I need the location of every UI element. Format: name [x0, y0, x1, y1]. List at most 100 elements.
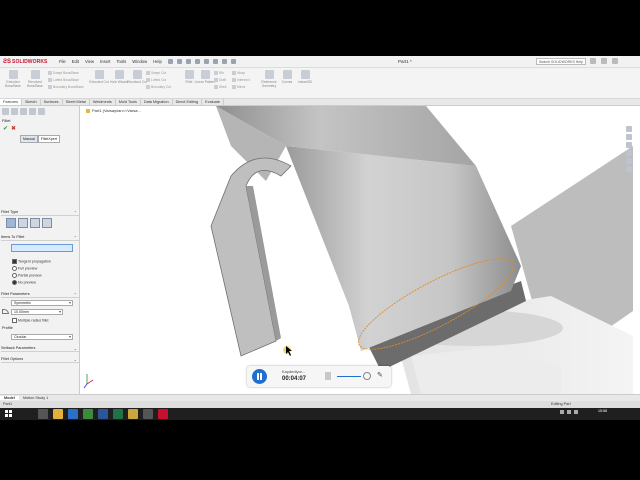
- design-library-icon[interactable]: [626, 134, 632, 140]
- menu-insert[interactable]: Insert: [100, 59, 110, 64]
- no-preview-radio[interactable]: No preview: [12, 280, 36, 285]
- ribbon-wrap[interactable]: Wrap: [232, 71, 245, 75]
- collapse-icon[interactable]: ⌃: [74, 292, 77, 297]
- ribbon-extruded-boss[interactable]: Extruded Boss/Base: [2, 70, 24, 88]
- ok-button[interactable]: ✔: [3, 125, 8, 132]
- part-model[interactable]: [81, 106, 633, 394]
- section-items-to-fillet[interactable]: Items To Fillet ⌃: [1, 235, 79, 241]
- search-input[interactable]: Search SOLIDWORKS Help: [536, 58, 586, 65]
- minimize-icon[interactable]: [590, 58, 596, 64]
- resources-icon[interactable]: [626, 126, 632, 132]
- ribbon-swept-boss[interactable]: Swept Boss/Base: [48, 71, 79, 75]
- tab-motion-study[interactable]: Motion Study 1: [19, 396, 52, 400]
- view-palette-icon[interactable]: [626, 150, 632, 156]
- feature-tree-icon[interactable]: [2, 108, 9, 115]
- display-manager-icon[interactable]: [38, 108, 45, 115]
- expand-icon[interactable]: ⌄: [74, 346, 77, 351]
- excel-icon[interactable]: [113, 409, 123, 419]
- cancel-button[interactable]: ✖: [11, 125, 16, 132]
- ribbon-swept-cut[interactable]: Swept Cut: [146, 71, 166, 75]
- file-explorer-icon[interactable]: [626, 142, 632, 148]
- new-icon[interactable]: [168, 59, 173, 64]
- section-fillet-options[interactable]: Fillet Options ⌄: [1, 357, 79, 363]
- ribbon-rib[interactable]: Rib: [214, 71, 224, 75]
- ribbon-lofted-boss[interactable]: Lofted Boss/Base: [48, 78, 79, 82]
- partial-preview-radio[interactable]: Partial preview: [12, 273, 42, 278]
- tab-evaluate[interactable]: Evaluate: [202, 99, 224, 105]
- outlook-icon[interactable]: [68, 409, 78, 419]
- language-icon[interactable]: [574, 410, 578, 414]
- tab-data-migration[interactable]: Data Migration: [141, 99, 173, 105]
- menu-view[interactable]: View: [85, 59, 94, 64]
- volume-icon[interactable]: [567, 410, 571, 414]
- rebuild-icon[interactable]: [222, 59, 227, 64]
- radius-input[interactable]: 10.00mm: [11, 309, 63, 315]
- file-explorer-icon[interactable]: [53, 409, 63, 419]
- menu-help[interactable]: Help: [153, 59, 162, 64]
- options-icon[interactable]: [231, 59, 236, 64]
- ribbon-lofted-cut[interactable]: Lofted Cut: [146, 78, 166, 82]
- tab-filletxpert[interactable]: FilletXpert: [37, 135, 60, 143]
- dimxpert-icon[interactable]: [29, 108, 36, 115]
- tab-mold-tools[interactable]: Mold Tools: [116, 99, 141, 105]
- custom-properties-icon[interactable]: [626, 166, 632, 172]
- section-fillet-type[interactable]: Fillet Type ⌃: [1, 210, 79, 216]
- chrome-icon[interactable]: [83, 409, 93, 419]
- graphics-area[interactable]: Part1 (Varsayılan<<Varsa...: [81, 106, 633, 394]
- ribbon-mirror[interactable]: Mirror: [232, 85, 246, 89]
- face-fillet-icon[interactable]: [30, 218, 40, 228]
- tab-surfaces[interactable]: Surfaces: [41, 99, 63, 105]
- select-icon[interactable]: [213, 59, 218, 64]
- section-fillet-parameters[interactable]: Fillet Parameters ⌃: [1, 292, 79, 298]
- save-icon[interactable]: [186, 59, 191, 64]
- ribbon-revolved-boss[interactable]: Revolved Boss/Base: [24, 70, 46, 88]
- maximize-icon[interactable]: [601, 58, 607, 64]
- task-view-icon[interactable]: [38, 409, 48, 419]
- items-selection-box[interactable]: [11, 244, 73, 252]
- pen-icon[interactable]: ✎: [377, 371, 383, 379]
- collapse-icon[interactable]: ⌃: [74, 210, 77, 215]
- ribbon-boundary-boss[interactable]: Boundary Boss/Base: [48, 85, 84, 89]
- solidworks-app-icon[interactable]: [158, 409, 168, 419]
- menu-file[interactable]: File: [59, 59, 66, 64]
- multiple-radius-checkbox[interactable]: Multiple radius fillet: [12, 318, 49, 323]
- print-icon[interactable]: [195, 59, 200, 64]
- tab-manual[interactable]: Manual: [20, 135, 38, 143]
- tab-weldments[interactable]: Weldments: [90, 99, 116, 105]
- network-icon[interactable]: [560, 410, 564, 414]
- constant-size-fillet-icon[interactable]: [6, 218, 16, 228]
- close-icon[interactable]: [612, 58, 618, 64]
- full-round-fillet-icon[interactable]: [42, 218, 52, 228]
- word-icon[interactable]: [98, 409, 108, 419]
- recorder-app-icon[interactable]: [143, 409, 153, 419]
- appearances-icon[interactable]: [626, 158, 632, 164]
- notes-icon[interactable]: [128, 409, 138, 419]
- tab-direct-editing[interactable]: Direct Editing: [173, 99, 203, 105]
- full-preview-radio[interactable]: Full preview: [12, 266, 37, 271]
- ribbon-intersect[interactable]: Intersect: [232, 78, 250, 82]
- configuration-icon[interactable]: [20, 108, 27, 115]
- expand-icon[interactable]: ⌄: [74, 357, 77, 362]
- section-setback-parameters[interactable]: Setback Parameters ⌄: [1, 346, 79, 352]
- tab-features[interactable]: Features: [0, 99, 22, 105]
- solidworks-logo[interactable]: ƧS SOLIDWORKS: [3, 58, 47, 66]
- ribbon-boundary-cut[interactable]: Boundary Cut: [146, 85, 171, 89]
- menu-window[interactable]: Window: [132, 59, 147, 64]
- stop-button[interactable]: [325, 372, 331, 380]
- property-manager-icon[interactable]: [11, 108, 18, 115]
- tangent-propagation-checkbox[interactable]: Tangent propagation: [12, 259, 51, 264]
- ribbon-linear-pattern[interactable]: Linear Pattern: [194, 70, 216, 84]
- tab-sketch[interactable]: Sketch: [22, 99, 41, 105]
- collapse-icon[interactable]: ⌃: [74, 235, 77, 240]
- profile-select[interactable]: Circular: [11, 334, 73, 340]
- ribbon-revolved-cut[interactable]: Revolved Cut: [126, 70, 148, 84]
- tab-model[interactable]: Model: [0, 396, 19, 400]
- menu-tools[interactable]: Tools: [116, 59, 126, 64]
- windows-start-icon[interactable]: [5, 410, 12, 417]
- menu-edit[interactable]: Edit: [72, 59, 79, 64]
- taskbar-clock[interactable]: 15:58: [598, 409, 607, 414]
- feature-tree-flyout[interactable]: Part1 (Varsayılan<<Varsa...: [86, 108, 141, 113]
- webcam-icon[interactable]: [363, 372, 371, 380]
- ribbon-shell[interactable]: Shell: [214, 85, 226, 89]
- undo-icon[interactable]: [204, 59, 209, 64]
